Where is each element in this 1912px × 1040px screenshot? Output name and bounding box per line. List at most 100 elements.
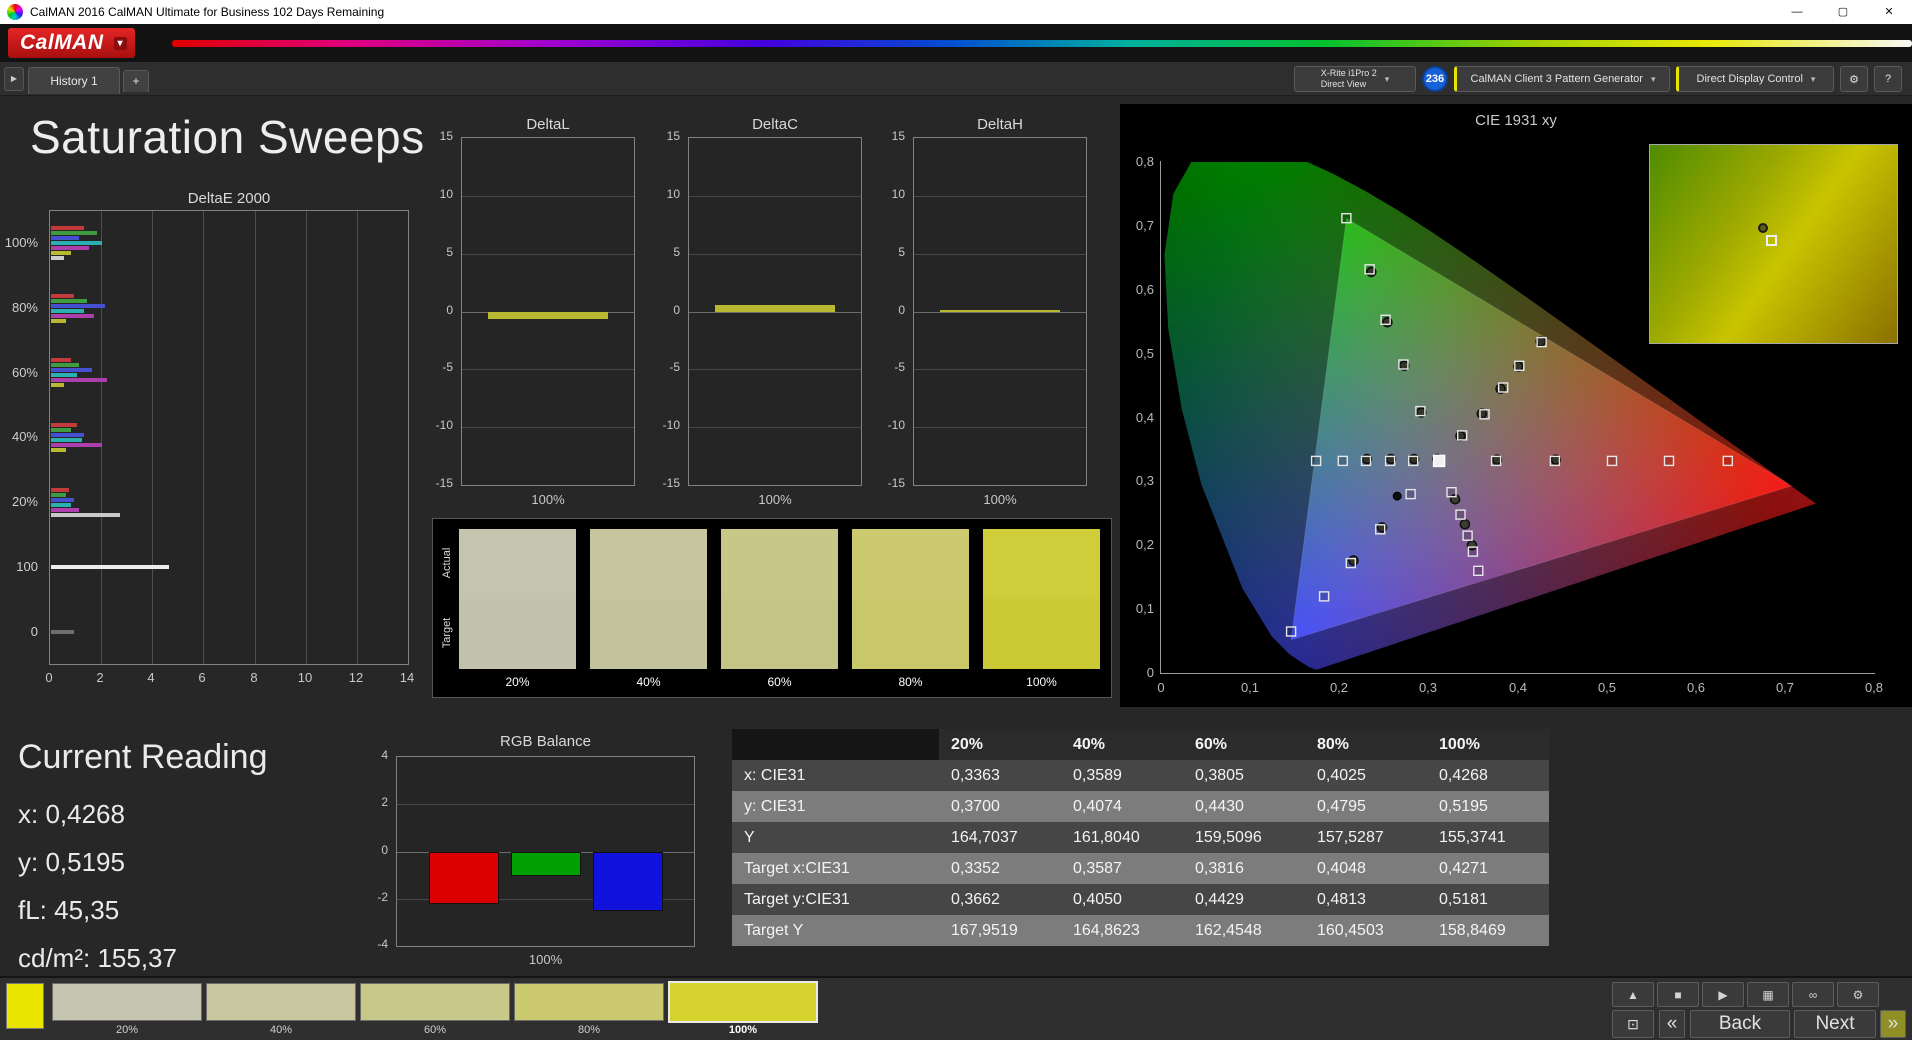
rgb-xlabel: 100% [528, 952, 563, 967]
swatch-actual-100% [983, 529, 1100, 599]
stop-button[interactable]: ■ [1657, 982, 1699, 1007]
deltah-gridline [914, 196, 1086, 197]
deltae-bar [51, 438, 82, 442]
deltae-ylabel: 100 [16, 559, 38, 574]
options-button[interactable]: ⚙ [1837, 982, 1879, 1007]
cie-xtick-label: 0,6 [1686, 680, 1706, 695]
deltae-bar [51, 246, 89, 250]
table-cell: 160,4503 [1305, 915, 1427, 946]
patch-button-80%[interactable] [514, 983, 664, 1021]
table-row-label: y: CIE31 [732, 791, 939, 822]
reading-fl: fL: 45,35 [18, 895, 120, 925]
calman-logo-menu[interactable]: CalMAN ▾ [8, 28, 136, 58]
help-button[interactable]: ? [1874, 66, 1902, 92]
patch-button-60%[interactable] [360, 983, 510, 1021]
patch-button-label-80%: 80% [577, 1024, 601, 1036]
cie-inset-zoom [1649, 144, 1898, 344]
deltae-xtick-label: 0 [45, 670, 53, 685]
deltal-xlabel: 100% [531, 492, 565, 507]
cie-ytick-label: 0 [1146, 665, 1154, 680]
page-title: Saturation Sweeps [30, 111, 425, 163]
deltac-gridline [689, 196, 861, 197]
meter-count-badge: 236 [1422, 66, 1448, 92]
deltal-plot [461, 137, 635, 486]
close-button[interactable]: ✕ [1866, 0, 1912, 24]
rgb-plot [396, 756, 695, 947]
play-button[interactable]: ▶ [1702, 982, 1744, 1007]
app-icon [7, 4, 23, 20]
deltae-bar [51, 358, 71, 362]
add-tab-button[interactable]: + [123, 70, 149, 92]
patch-button-40%[interactable] [206, 983, 356, 1021]
cie-ytick-label: 0,4 [1135, 410, 1154, 425]
patch-button-100%[interactable] [668, 981, 818, 1023]
rainbow-strip [172, 40, 1912, 47]
continuous-read-button[interactable]: ∞ [1792, 982, 1834, 1007]
deltah-xlabel: 100% [983, 492, 1017, 507]
table-cell: 0,3700 [939, 791, 1061, 822]
deltae-xtick-label: 6 [198, 670, 206, 685]
deltac-gridline [689, 254, 861, 255]
pattern-generator-dropdown[interactable]: CalMAN Client 3 Pattern Generator ▾ [1454, 66, 1670, 92]
deltae-bar [51, 378, 107, 382]
deltac-ytick-label: -15 [662, 476, 680, 490]
deltal-ytick-label: -15 [435, 476, 453, 490]
table-cell: 20% [939, 729, 1061, 760]
calman-logo-text: CalMAN [20, 31, 104, 54]
cie-xtick-label: 0,3 [1418, 680, 1438, 695]
back-chevron-icon[interactable]: « [1659, 1010, 1685, 1038]
patch-button-20%[interactable] [52, 983, 202, 1021]
expand-nav-button[interactable]: ▶ [4, 67, 24, 91]
deltah-ytick-label: -5 [894, 360, 905, 374]
deltae-xtick-label: 12 [348, 670, 364, 685]
pattern-window-button[interactable]: ▦ [1747, 982, 1789, 1007]
back-button[interactable]: Back [1690, 1010, 1790, 1038]
deltae-bar [51, 508, 79, 512]
display-control-dropdown[interactable]: Direct Display Control ▾ [1676, 66, 1834, 92]
patch-button-label-100%: 100% [728, 1024, 758, 1036]
deltah-ytick-label: -15 [887, 476, 905, 490]
cie-ytick-label: 0,6 [1135, 282, 1154, 297]
current-patch-preview [6, 983, 44, 1029]
layout-button[interactable]: ⊡ [1612, 1010, 1654, 1038]
deltac-gridline [689, 369, 861, 370]
table-cell: 80% [1305, 729, 1427, 760]
swatch-target-100% [983, 599, 1100, 669]
settings-gear-button[interactable]: ⚙ [1840, 66, 1868, 92]
table-cell: 0,3816 [1183, 853, 1305, 884]
table-cell: 157,5287 [1305, 822, 1427, 853]
display-control-label: Direct Display Control [1696, 73, 1803, 85]
swatch-actual-20% [459, 529, 576, 599]
swatch-label-60%: 60% [767, 675, 792, 689]
brand-bar: CalMAN ▾ [0, 24, 1912, 62]
next-button[interactable]: Next [1794, 1010, 1876, 1038]
maximize-button[interactable]: ▢ [1820, 0, 1866, 24]
deltac-plot [688, 137, 862, 486]
table-cell: 164,7037 [939, 822, 1061, 853]
deltac-ytick-label: 5 [673, 245, 680, 259]
bottom-bar: ⊡ « Back Next » 20% 40% 60% 80% 100% ▲ ■ ▶ ▦ ∞ ⚙ [0, 976, 1912, 1040]
meter-dropdown[interactable]: X-Rite i1Pro 2 Direct View ▾ [1294, 66, 1416, 92]
deltah-ytick-label: 15 [891, 129, 905, 143]
swatch-label-100%: 100% [1026, 675, 1057, 689]
deltae-bar [51, 493, 66, 497]
cie-ytick-label: 0,3 [1135, 473, 1154, 488]
deltae-ylabel: 40% [11, 429, 38, 444]
minimize-button[interactable]: — [1774, 0, 1820, 24]
tab-history-1[interactable]: History 1 [28, 67, 120, 94]
deltal-gridline [462, 427, 634, 428]
deltae-bar [51, 299, 87, 303]
deltae-plot [49, 210, 409, 665]
next-chevron-icon[interactable]: » [1880, 1010, 1906, 1038]
deltae-bar [51, 433, 84, 437]
deltae-gridline [152, 211, 153, 664]
gear-icon: ⚙ [1849, 73, 1859, 86]
deltah-gridline [914, 427, 1086, 428]
window-title: CalMAN 2016 CalMAN Ultimate for Business… [30, 5, 385, 19]
deltae-bar [51, 304, 105, 308]
cie-xtick-label: 0,8 [1864, 680, 1884, 695]
cie-xtick-label: 0,5 [1597, 680, 1617, 695]
deltae-gridline [255, 211, 256, 664]
collapse-button[interactable]: ▲ [1612, 982, 1654, 1007]
deltae-ylabel: 20% [11, 494, 38, 509]
